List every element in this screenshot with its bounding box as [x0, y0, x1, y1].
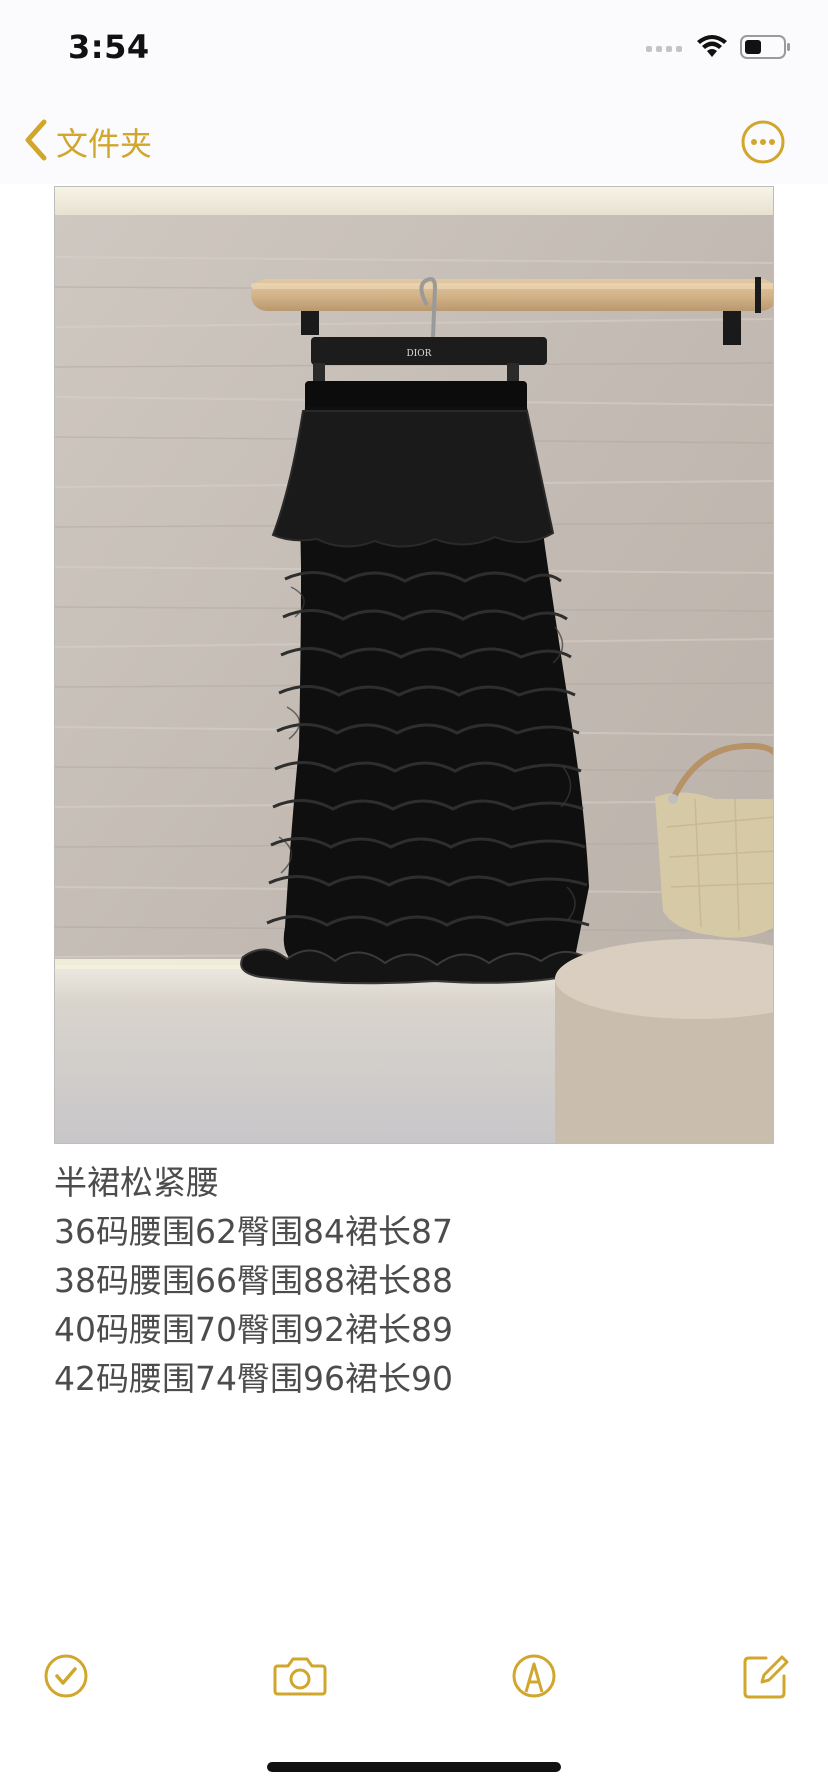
battery-icon [740, 34, 792, 64]
wifi-icon [696, 35, 728, 63]
nav-bar: 文件夹 [0, 100, 828, 184]
signal-icon [646, 40, 684, 59]
home-indicator[interactable] [267, 1762, 561, 1772]
status-icons [646, 34, 792, 64]
skirt-photo-illustration: DIOR [55, 187, 773, 1143]
note-body[interactable]: 半裙松紧腰 36码腰围62臀围84裙长87 38码腰围66臀围88裙长88 40… [54, 1158, 774, 1403]
status-bar: 3:54 [0, 0, 828, 100]
note-line: 40码腰围70臀围92裙长89 [54, 1310, 453, 1349]
markup-button[interactable] [508, 1650, 560, 1702]
note-line: 42码腰围74臀围96裙长90 [54, 1359, 453, 1398]
ellipsis-circle-icon [740, 120, 786, 169]
bottom-toolbar [0, 1650, 828, 1710]
back-button[interactable]: 文件夹 [22, 118, 152, 166]
camera-icon [272, 1657, 328, 1706]
compose-icon [740, 1655, 792, 1706]
more-button[interactable] [740, 119, 786, 165]
markup-pen-icon [508, 1654, 560, 1706]
checklist-icon [40, 1654, 92, 1706]
note-line: 38码腰围66臀围88裙长88 [54, 1261, 453, 1300]
hanger-label: DIOR [407, 349, 432, 359]
status-time: 3:54 [68, 28, 150, 66]
camera-button[interactable] [272, 1650, 328, 1702]
checklist-button[interactable] [40, 1650, 92, 1702]
back-label: 文件夹 [56, 125, 153, 163]
skirt-photo[interactable]: DIOR [54, 186, 774, 1144]
chevron-left-icon [22, 118, 50, 166]
compose-button[interactable] [740, 1650, 792, 1702]
note-line: 36码腰围62臀围84裙长87 [54, 1212, 453, 1251]
note-line: 半裙松紧腰 [54, 1163, 219, 1202]
